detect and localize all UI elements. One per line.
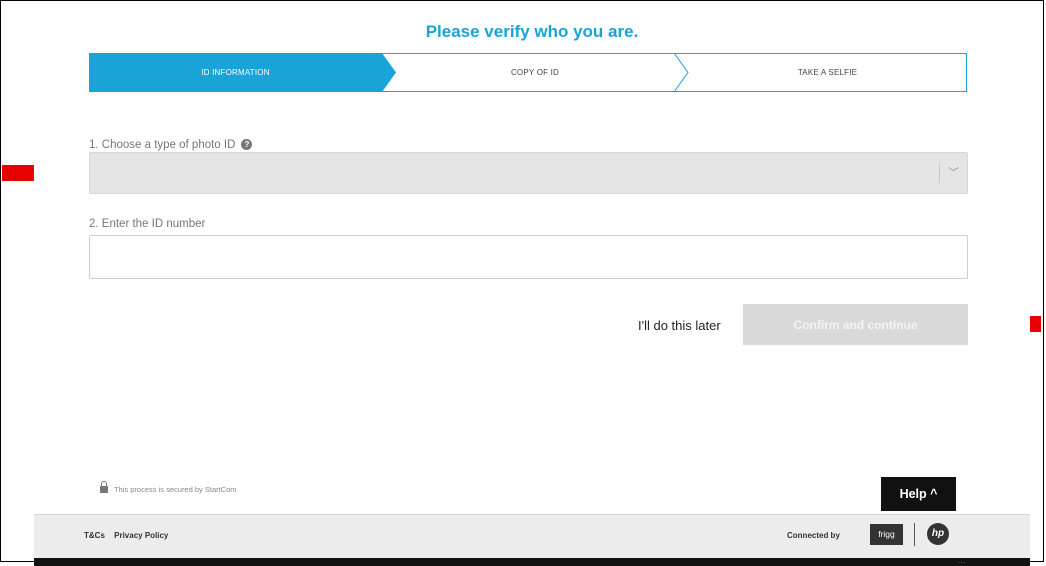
page-title: Please verify who you are. xyxy=(425,22,639,41)
secure-notice: This process is secured by StartCom xyxy=(100,481,237,494)
id-type-label-text: 1. Choose a type of photo ID xyxy=(89,139,236,151)
hp-logo: hp xyxy=(927,523,949,545)
connected-by-text: Connected by xyxy=(787,531,840,540)
step-take-a-selfie[interactable]: TAKE A SELFIE xyxy=(688,53,967,92)
privacy-policy-link[interactable]: Privacy Policy xyxy=(114,531,168,540)
id-type-select[interactable]: ﹀ xyxy=(89,152,968,194)
footer-divider xyxy=(914,523,915,546)
id-number-label: 2. Enter the ID number xyxy=(89,218,206,230)
step-id-information[interactable]: ID INFORMATION xyxy=(89,53,382,92)
terms-link[interactable]: T&Cs xyxy=(84,531,105,540)
taskbar xyxy=(34,558,1030,566)
id-type-label: 1. Choose a type of photo ID? xyxy=(89,139,253,151)
do-this-later-link[interactable]: I'll do this later xyxy=(638,318,721,333)
verification-page: Please verify who you are. ID INFORMATIO… xyxy=(34,5,1030,558)
secure-notice-text: This process is secured by StartCom xyxy=(114,485,237,494)
footer: T&Cs Privacy Policy Connected by frigg h… xyxy=(34,514,1030,558)
lock-icon xyxy=(100,481,108,493)
id-number-input[interactable] xyxy=(89,235,968,279)
system-tray-dots: ... xyxy=(958,559,967,565)
frigg-logo: frigg xyxy=(870,524,903,545)
step-copy-of-id[interactable]: COPY OF ID xyxy=(396,53,674,92)
question-icon[interactable]: ? xyxy=(241,139,253,151)
confirm-and-continue-button[interactable]: Confirm and continue xyxy=(743,304,968,345)
footer-links: T&Cs Privacy Policy xyxy=(84,531,175,540)
step-progress-bar: ID INFORMATION COPY OF ID TAKE A SELFIE xyxy=(89,53,967,92)
select-divider xyxy=(939,163,940,183)
help-button[interactable]: Help ^ xyxy=(881,477,956,511)
chevron-down-icon[interactable]: ﹀ xyxy=(948,164,959,180)
